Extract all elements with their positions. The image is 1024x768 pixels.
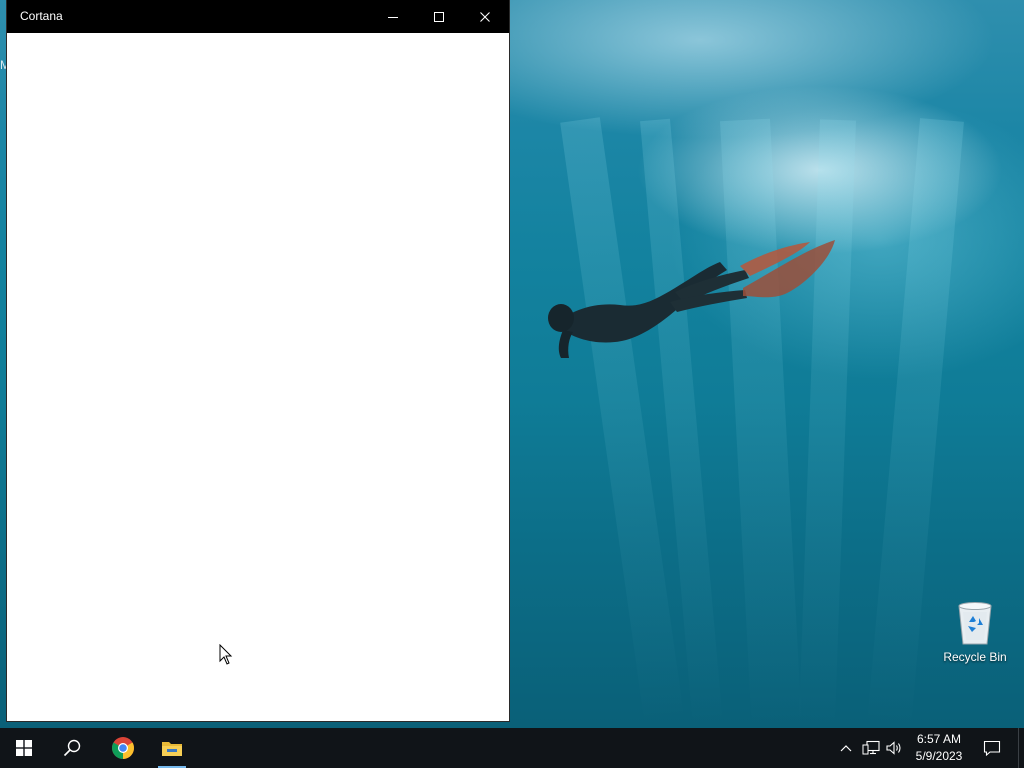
show-hidden-icons-button[interactable] bbox=[834, 728, 858, 768]
diver-image bbox=[548, 240, 835, 358]
chrome-taskbar-button[interactable] bbox=[99, 728, 147, 768]
file-explorer-taskbar-button[interactable] bbox=[148, 728, 196, 768]
recycle-bin-label: Recycle Bin bbox=[943, 650, 1007, 664]
network-button[interactable] bbox=[858, 728, 884, 768]
window-title: Cortana bbox=[20, 9, 63, 23]
recycle-bin[interactable]: Recycle Bin bbox=[940, 600, 1010, 664]
mouse-cursor-icon bbox=[219, 644, 233, 665]
recycle-bin-icon bbox=[958, 602, 992, 645]
action-center-button[interactable] bbox=[970, 728, 1014, 768]
notification-icon bbox=[983, 740, 1001, 756]
light-ray bbox=[798, 119, 856, 731]
close-icon bbox=[480, 11, 490, 22]
chevron-up-icon bbox=[840, 745, 852, 752]
show-desktop-button[interactable] bbox=[1018, 728, 1024, 768]
minimize-button[interactable] bbox=[370, 0, 416, 33]
clock-date: 5/9/2023 bbox=[915, 749, 963, 763]
close-button[interactable] bbox=[462, 0, 508, 33]
cortana-window[interactable]: Cortana bbox=[7, 0, 509, 721]
minimize-icon bbox=[388, 16, 398, 18]
light-ray bbox=[720, 118, 802, 731]
volume-icon bbox=[886, 741, 901, 755]
start-button[interactable] bbox=[0, 728, 48, 768]
clock-time: 6:57 AM bbox=[916, 732, 962, 746]
search-icon bbox=[63, 739, 81, 757]
search-button[interactable] bbox=[48, 728, 96, 768]
taskbar-clock[interactable]: 6:57 AM 5/9/2023 bbox=[910, 731, 968, 765]
window-titlebar[interactable]: Cortana bbox=[7, 0, 509, 33]
chrome-icon bbox=[112, 737, 134, 759]
taskbar: 6:57 AM 5/9/2023 bbox=[0, 728, 1024, 768]
cortana-content-area[interactable] bbox=[8, 33, 508, 720]
windows-logo-icon bbox=[16, 740, 32, 756]
network-icon bbox=[862, 740, 880, 755]
maximize-icon bbox=[434, 11, 444, 22]
volume-button[interactable] bbox=[882, 728, 906, 768]
folder-icon bbox=[162, 742, 182, 756]
maximize-button[interactable] bbox=[416, 0, 462, 33]
